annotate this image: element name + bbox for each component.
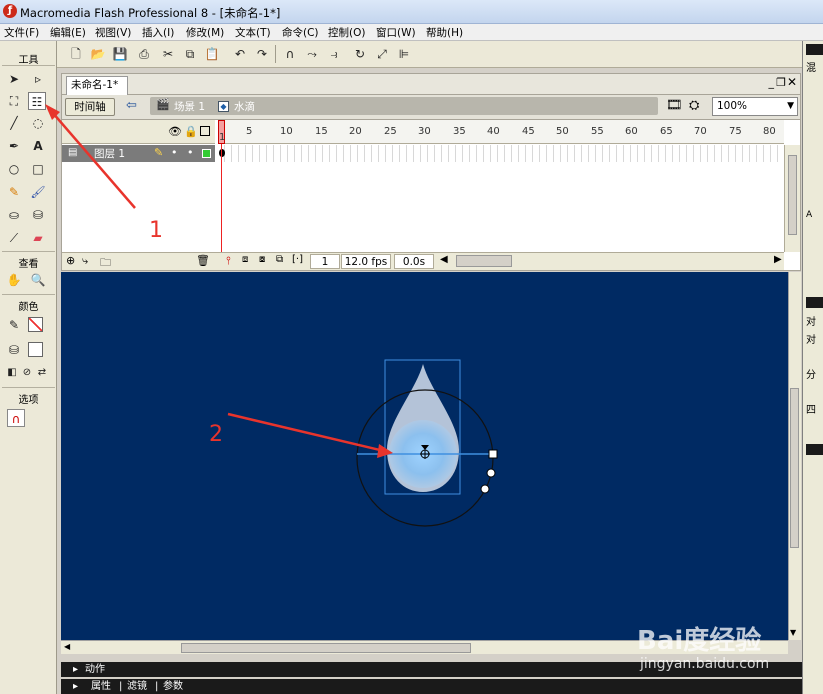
- annotation-label-1: 1: [149, 218, 163, 243]
- annotation-label-2: 2: [209, 422, 223, 447]
- annotation-overlay: [45, 104, 393, 458]
- annotation-arrow-2: [227, 412, 385, 453]
- baidu-watermark-logo: Bai度经验: [637, 626, 762, 656]
- annotation-arrow-1: [51, 111, 136, 209]
- baidu-watermark-url: jingyan.baidu.com: [640, 656, 770, 672]
